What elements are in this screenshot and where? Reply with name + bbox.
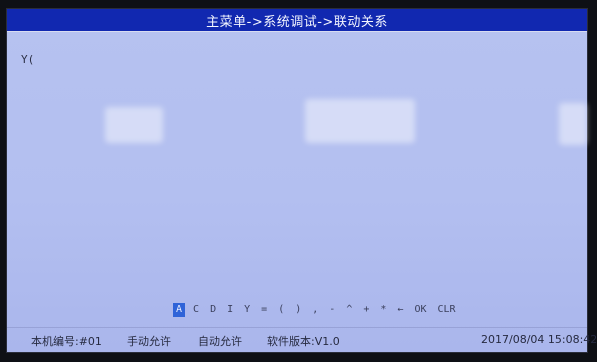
keyboard-key[interactable]: D [207, 303, 219, 317]
breadcrumb-title: 主菜单->系统调试->联动关系 [206, 14, 388, 30]
keyboard-key[interactable]: OK [411, 303, 429, 317]
keyboard-key[interactable]: C [190, 303, 202, 317]
expression-text: Y( [21, 53, 35, 66]
keyboard-key[interactable]: = [258, 303, 270, 317]
keyboard-key[interactable]: CLR [434, 303, 458, 317]
keyboard-key[interactable]: ← [394, 303, 406, 317]
lcd-screen: 主菜单->系统调试->联动关系 Y( A C D I Y = (), - ^ + * ← OK CLR 本… [6, 8, 597, 353]
keyboard-key[interactable]: * [377, 303, 389, 317]
datetime-readout: 2017/08/04 15:08:42 [481, 333, 597, 346]
software-version: 软件版本:V1.0 [267, 335, 340, 348]
title-bar: 主菜单->系统调试->联动关系 [7, 9, 587, 32]
keyboard-key[interactable]: Y [241, 303, 253, 317]
status-bar: 本机编号:#01 手动允许 自动允许 软件版本:V1.0 2017/08/04 … [7, 328, 597, 352]
expression-editor[interactable]: Y( [21, 53, 34, 66]
screen-glare [559, 103, 587, 145]
screen-glare [105, 107, 163, 143]
soft-keyboard: A C D I Y = (), - ^ + * ← OK CLR [173, 303, 464, 317]
screen-glare [305, 99, 415, 143]
manual-allowed-status: 手动允许 [127, 335, 171, 348]
keyboard-key[interactable]: ( [275, 303, 287, 317]
keyboard-key[interactable]: ^ [343, 303, 355, 317]
keyboard-key[interactable]: - [326, 303, 338, 317]
machine-number: 本机编号:#01 [31, 335, 102, 348]
auto-allowed-status: 自动允许 [198, 335, 242, 348]
keyboard-key[interactable]: I [224, 303, 236, 317]
keyboard-key[interactable]: , [309, 303, 321, 317]
keyboard-key[interactable]: + [360, 303, 372, 317]
keyboard-key[interactable]: A [173, 303, 186, 317]
keyboard-key[interactable]: ) [292, 303, 304, 317]
